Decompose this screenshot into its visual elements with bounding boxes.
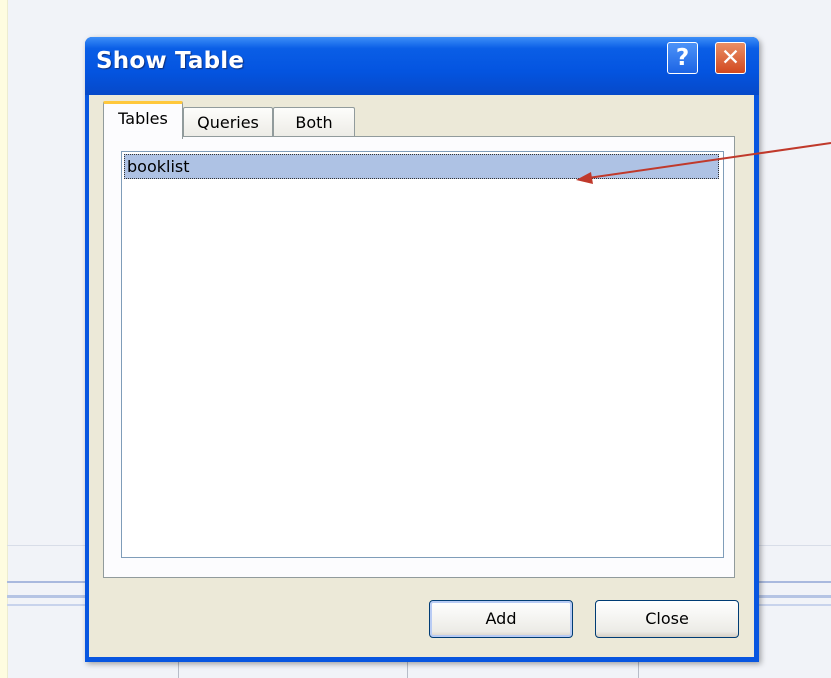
- dialog-title: Show Table: [96, 48, 245, 74]
- tab-panel: booklist: [103, 136, 735, 578]
- dialog-client-area: Tables Queries Both booklist Add Close: [89, 95, 754, 657]
- table-listbox[interactable]: booklist: [121, 151, 724, 558]
- tab-queries[interactable]: Queries: [183, 107, 273, 138]
- list-item-booklist[interactable]: booklist: [124, 154, 719, 179]
- dialog-titlebar[interactable]: Show Table ? ✕: [85, 37, 759, 95]
- show-table-dialog: Show Table ? ✕ Tables Queries Both bookl…: [85, 37, 759, 662]
- help-icon[interactable]: ?: [667, 42, 698, 74]
- tab-tables[interactable]: Tables: [103, 101, 183, 139]
- close-button[interactable]: Close: [595, 600, 739, 638]
- add-button[interactable]: Add: [429, 600, 573, 638]
- close-icon[interactable]: ✕: [715, 42, 746, 74]
- tab-both[interactable]: Both: [273, 107, 355, 138]
